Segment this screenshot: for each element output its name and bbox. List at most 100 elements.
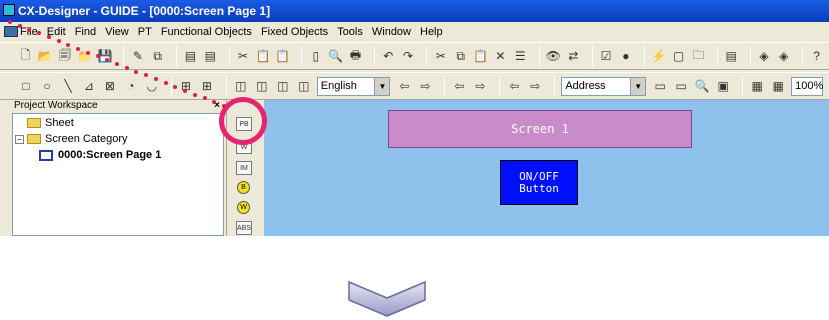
page-prev-icon[interactable]: ⇦ [451, 78, 467, 95]
pointer-dot [76, 46, 81, 51]
menu-tools[interactable]: Tools [337, 26, 363, 38]
drawing-toolbar: □ ○ ╲ ⊿ ⊠ ◔ ◡ ⊞ ⊞ ◫ ◫ ◫ ◫ English ▼ ⇦ ⇨ … [0, 72, 829, 100]
paste-special-icon[interactable]: 📋 [275, 48, 290, 65]
polygon-tool-icon[interactable]: ⊠ [102, 78, 118, 95]
menu-find[interactable]: Find [75, 26, 96, 38]
menu-pt[interactable]: PT [138, 26, 152, 38]
replace-icon[interactable]: ⇄ [566, 48, 581, 65]
polyline-tool-icon[interactable]: ⊿ [81, 78, 97, 95]
delete-icon[interactable]: ✕ [493, 48, 508, 65]
save-all-icon[interactable]: 🗐 [58, 48, 73, 65]
folder-icon [27, 118, 41, 128]
toolbar-separator [228, 46, 230, 66]
open-icon[interactable]: 📁 [78, 48, 93, 65]
edit-icon[interactable]: ✎ [130, 48, 145, 65]
paste-icon[interactable]: 📋 [255, 48, 270, 65]
cut-icon[interactable]: ✂ [236, 48, 251, 65]
on-off-button-object[interactable]: ON/OFF Button [500, 160, 578, 205]
simulator-icon[interactable]: ◈ [757, 48, 772, 65]
print-preview-icon[interactable]: 🔍 [328, 48, 343, 65]
tree-item-screen-page-1[interactable]: 0000:Screen Page 1 [39, 149, 161, 161]
group-icon[interactable]: ◫ [233, 78, 249, 95]
cut-object-icon[interactable]: ✂ [433, 48, 448, 65]
label-next-icon[interactable]: ⇨ [417, 78, 433, 95]
send-back-icon[interactable]: ◫ [296, 78, 312, 95]
tree-item-screen-category[interactable]: − Screen Category [15, 133, 128, 145]
label-prev-icon[interactable]: ⇦ [396, 78, 412, 95]
id-display-icon[interactable]: ▭ [673, 78, 689, 95]
snap-icon[interactable]: ▦ [770, 78, 786, 95]
pointer-dot [95, 54, 100, 59]
menu-window[interactable]: Window [372, 26, 411, 38]
address-select[interactable]: Address ▼ [561, 76, 647, 96]
menu-view[interactable]: View [105, 26, 129, 38]
copy-icon[interactable]: ⧉ [150, 48, 165, 65]
toolbar-separator [499, 76, 501, 96]
line-tool-icon[interactable]: ╲ [60, 78, 76, 95]
page-next-icon[interactable]: ⇨ [472, 78, 488, 95]
language-select[interactable]: English ▼ [316, 76, 391, 96]
frame-next-icon[interactable]: ⇨ [527, 78, 543, 95]
properties-icon[interactable]: ☰ [513, 48, 528, 65]
save-icon[interactable]: 💾 [98, 48, 113, 65]
align-center-icon[interactable]: ⊞ [199, 78, 215, 95]
open-folder-icon[interactable]: 📂 [38, 48, 53, 65]
bring-front-icon[interactable]: ◫ [275, 78, 291, 95]
menu-help[interactable]: Help [420, 26, 443, 38]
redo-icon[interactable]: ↷ [401, 48, 416, 65]
csv-export-icon[interactable]: ▤ [203, 48, 218, 65]
list-icon[interactable]: ▤ [724, 48, 739, 65]
abs-tool[interactable]: ABS [236, 221, 252, 235]
cx-designer-window: CX-Designer - GUIDE - [0000:Screen Page … [0, 0, 829, 236]
check-icon[interactable]: ☑ [599, 48, 614, 65]
circle-tool-icon[interactable]: ○ [39, 78, 55, 95]
undo-icon[interactable]: ↶ [381, 48, 396, 65]
transfer-icon[interactable]: ⚡ [651, 48, 666, 65]
screen-canvas[interactable]: Screen 1 ON/OFF Button [264, 100, 829, 236]
word-lamp-tool[interactable]: W [237, 201, 250, 214]
collapse-icon[interactable]: − [15, 134, 24, 144]
menu-fixed-objects[interactable]: Fixed Objects [261, 26, 328, 38]
toolbar-separator [554, 76, 556, 96]
copy-object-icon[interactable]: ⧉ [453, 48, 468, 65]
test-icon[interactable]: ◈ [776, 48, 791, 65]
toolbar-separator [538, 46, 540, 66]
image-tool[interactable]: IM [236, 161, 252, 175]
chevron-down-icon[interactable]: ▼ [374, 77, 390, 95]
bit-lamp-tool[interactable]: B [237, 181, 250, 194]
zoom-icon[interactable]: 🔍 [694, 78, 710, 95]
pointer-dot [183, 88, 188, 93]
zoom-select[interactable]: 100% [791, 76, 824, 96]
pointer-dot [222, 104, 226, 108]
folder-icon [27, 134, 41, 144]
select-mode-icon[interactable]: ▣ [715, 78, 731, 95]
tree-item-label: 0000:Screen Page 1 [58, 149, 162, 161]
csv-import-icon[interactable]: ▤ [183, 48, 198, 65]
highlight-ring [219, 97, 267, 145]
screen-page-icon [39, 149, 53, 161]
help-icon[interactable]: ? [809, 48, 824, 65]
paste-object-icon[interactable]: 📋 [473, 48, 488, 65]
ungroup-icon[interactable]: ◫ [254, 78, 270, 95]
toolbar-separator [123, 46, 125, 66]
rectangle-tool-icon[interactable]: □ [18, 78, 34, 95]
print-icon[interactable]: 🖶 [348, 48, 363, 65]
sector-tool-icon[interactable]: ◔ [123, 78, 139, 95]
folder-icon[interactable]: 🗀 [691, 48, 706, 65]
screen-title-object[interactable]: Screen 1 [388, 110, 692, 148]
grid-icon[interactable]: ▦ [749, 78, 765, 95]
toolbar-separator [373, 46, 375, 66]
window-icon[interactable]: ▢ [671, 48, 686, 65]
zoom-select-value: 100% [795, 80, 824, 92]
tree-item-sheet[interactable]: Sheet [27, 117, 74, 129]
binoculars-icon[interactable]: 👁 [546, 48, 561, 65]
frame-prev-icon[interactable]: ⇦ [506, 78, 522, 95]
address-display-icon[interactable]: ▭ [652, 78, 668, 95]
pointer-dot [115, 62, 119, 66]
menu-functional-objects[interactable]: Functional Objects [161, 26, 252, 38]
database-icon[interactable]: ● [618, 48, 633, 65]
document-menu-icon[interactable] [4, 26, 18, 37]
page-icon[interactable]: ▯ [308, 48, 323, 65]
chevron-down-icon[interactable]: ▼ [630, 77, 646, 95]
new-file-icon[interactable]: 🗋 [18, 48, 33, 65]
